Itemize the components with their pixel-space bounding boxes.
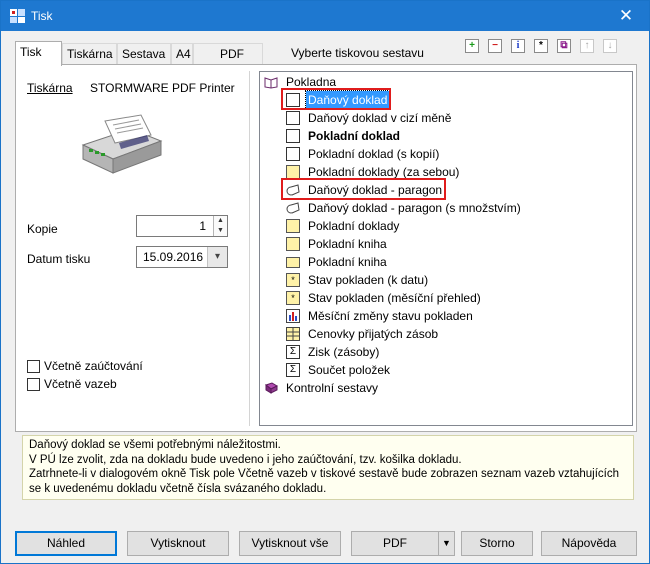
tab-printer[interactable]: Tiskárna xyxy=(62,43,117,64)
description-line: Zatrhnete-li v dialogovém okně Tisk pole… xyxy=(29,468,620,480)
pdf-dropdown-arrow-icon[interactable]: ▼ xyxy=(438,531,455,556)
open-book-icon xyxy=(264,77,278,89)
sum-document-icon: Σ xyxy=(286,345,300,359)
print-all-button[interactable]: Vytisknout vše xyxy=(239,531,341,556)
include-posting-checkbox[interactable] xyxy=(27,360,40,373)
close-icon[interactable]: ✕ xyxy=(603,1,649,31)
grid-document-icon xyxy=(286,327,300,341)
remove-icon[interactable]: − xyxy=(488,39,502,53)
yellow-document-icon xyxy=(286,165,300,179)
tab-print[interactable]: Tisk xyxy=(15,41,62,66)
cancel-button[interactable]: Storno xyxy=(461,531,533,556)
move-down-icon[interactable]: ↓ xyxy=(603,39,617,53)
print-date-value: 15.09.2016 xyxy=(143,250,204,264)
copies-spin-buttons[interactable]: ▲ ▼ xyxy=(213,216,227,236)
include-links-checkbox[interactable] xyxy=(27,378,40,391)
description-line: se k uvedenému dokladu včetně čísla sváz… xyxy=(29,482,327,495)
document-icon xyxy=(286,111,300,125)
yellow-document-icon xyxy=(286,237,300,251)
copies-label: Kopie xyxy=(27,222,58,236)
spin-up-icon[interactable]: ▲ xyxy=(214,216,227,226)
yellow-landscape-icon xyxy=(286,257,300,268)
include-links-label: Včetně vazeb xyxy=(44,377,117,391)
copies-value: 1 xyxy=(199,219,206,233)
highlight-box-tax-document xyxy=(281,88,391,110)
chart-document-icon xyxy=(286,309,300,323)
divider xyxy=(249,71,250,426)
print-date-label: Datum tisku xyxy=(27,252,91,266)
tab-pdf[interactable]: PDF xyxy=(193,43,263,64)
spin-down-icon[interactable]: ▼ xyxy=(214,226,227,236)
receipt-roll-icon xyxy=(286,202,300,214)
pdf-button[interactable]: PDF xyxy=(351,531,439,556)
report-description: Daňový doklad se všemi potřebnými náleži… xyxy=(22,435,634,500)
document-icon xyxy=(286,129,300,143)
preview-button[interactable]: Náhled xyxy=(15,531,117,556)
star-document-icon: * xyxy=(286,291,300,305)
help-button[interactable]: Nápověda xyxy=(541,531,637,556)
add-icon[interactable]: + xyxy=(465,39,479,53)
sum-document-icon: Σ xyxy=(286,363,300,377)
move-up-icon[interactable]: ↑ xyxy=(580,39,594,53)
copy-icon[interactable]: ⧉ xyxy=(557,39,571,53)
tab-report[interactable]: Sestava xyxy=(117,43,171,64)
highlight-box-paragon xyxy=(281,178,446,200)
yellow-document-icon xyxy=(286,219,300,233)
report-selection-label: Vyberte tiskovou sestavu xyxy=(291,46,424,60)
include-posting-label: Včetně zaúčtování xyxy=(44,359,143,373)
printer-label: Tiskárna xyxy=(27,81,73,95)
window-title: Tisk xyxy=(31,9,53,23)
printer-name[interactable]: STORMWARE PDF Printer xyxy=(90,81,235,95)
chevron-down-icon[interactable]: ▾ xyxy=(207,247,227,267)
description-line: Daňový doklad se všemi potřebnými náleži… xyxy=(29,439,281,451)
print-button[interactable]: Vytisknout xyxy=(127,531,229,556)
tab-a4[interactable]: A4 xyxy=(171,43,193,64)
document-icon xyxy=(286,147,300,161)
print-date-picker[interactable]: 15.09.2016 ▾ xyxy=(136,246,228,268)
report-tree[interactable]: Pokladna Daňový doklad Daňový doklad v c… xyxy=(259,71,633,426)
app-icon xyxy=(10,9,25,23)
info-icon[interactable]: i xyxy=(511,39,525,53)
copies-stepper[interactable]: 1 ▲ ▼ xyxy=(136,215,228,237)
star-document-icon: * xyxy=(286,273,300,287)
title-bar: Tisk ✕ xyxy=(1,1,649,31)
print-dialog: Tisk ✕ Tisk Tiskárna Sestava A4 PDF Vybe… xyxy=(0,0,650,564)
printer-icon xyxy=(81,114,163,174)
description-line: V PÚ lze zvolit, zda na dokladu bude uve… xyxy=(29,453,462,466)
closed-book-icon xyxy=(264,382,278,394)
settings-icon[interactable]: * xyxy=(534,39,548,53)
